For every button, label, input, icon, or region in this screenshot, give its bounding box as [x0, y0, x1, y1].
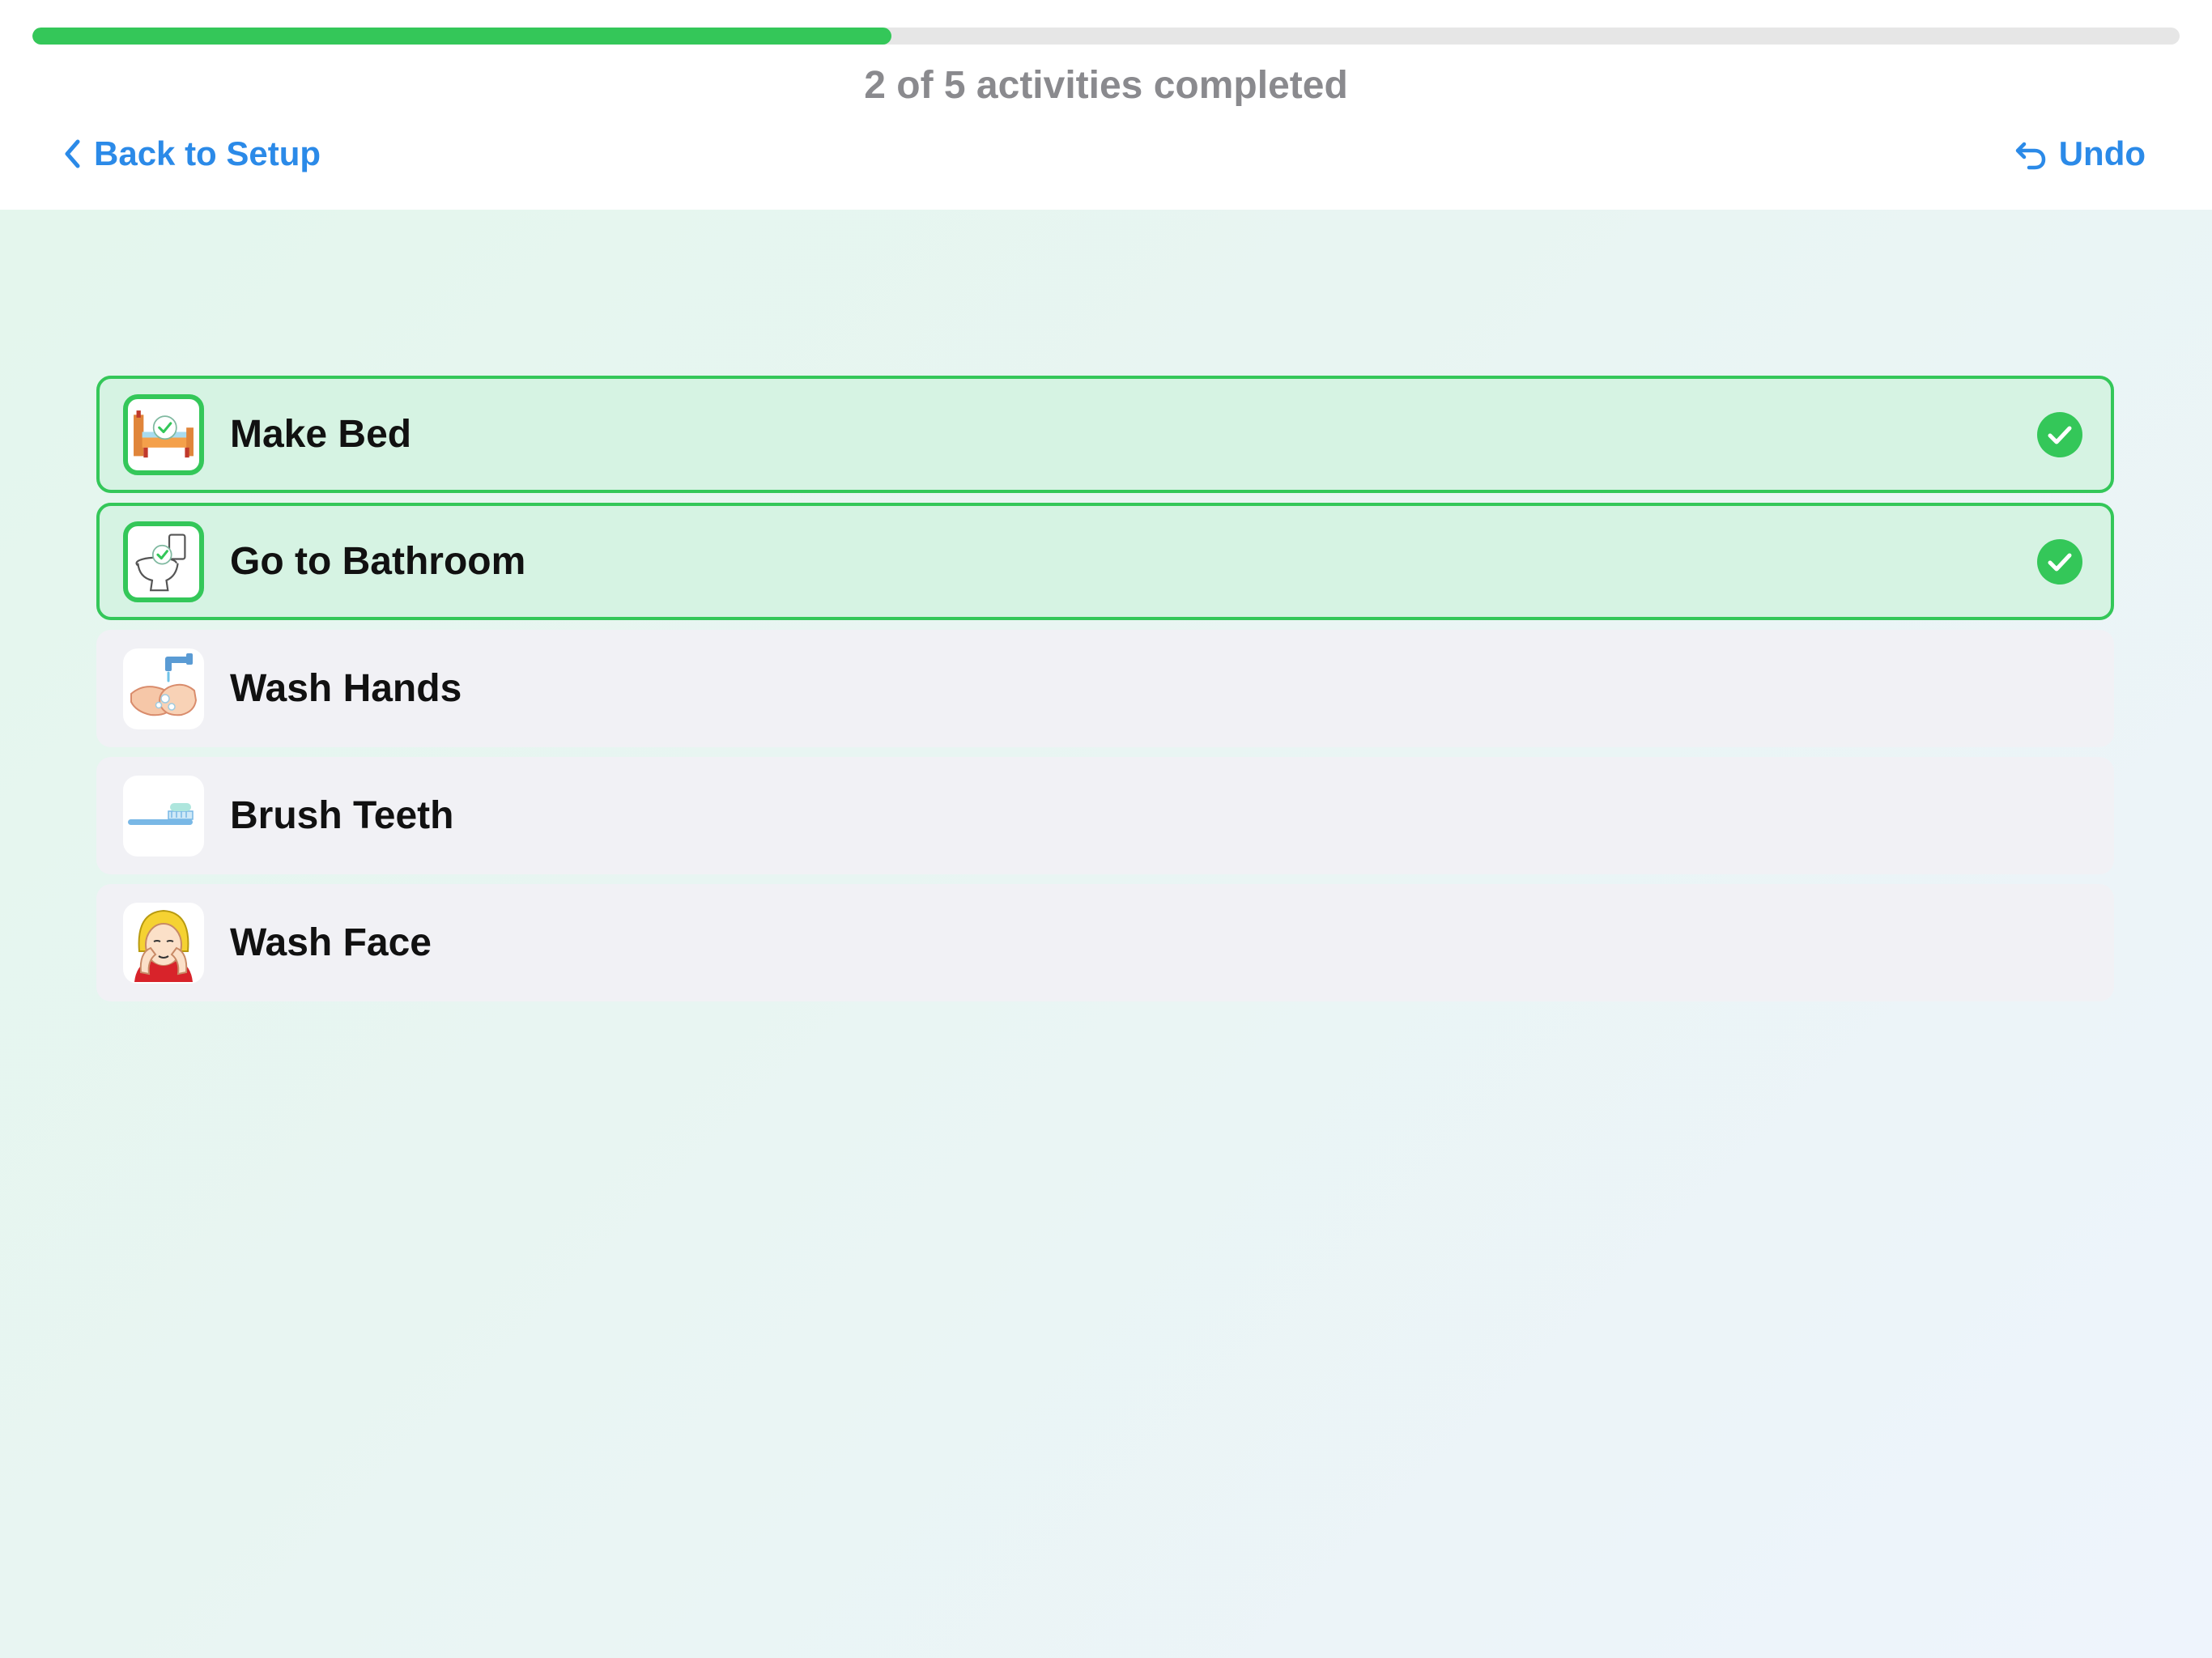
activity-row-wash-face[interactable]: Wash Face	[96, 884, 2114, 1001]
chevron-left-icon	[63, 138, 94, 169]
back-to-setup-button[interactable]: Back to Setup	[63, 134, 321, 173]
activity-list: Make Bed Go to Bathroom Wash Hands Brush…	[96, 376, 2114, 1011]
toilet-icon	[123, 521, 204, 602]
activity-label: Make Bed	[230, 413, 412, 456]
activity-label: Go to Bathroom	[230, 540, 526, 583]
undo-label: Undo	[2058, 134, 2146, 172]
bed-icon	[123, 393, 204, 475]
progress-bar	[32, 28, 2180, 45]
progress-text: 2 of 5 activities completed	[864, 64, 1348, 107]
activity-label: Wash Hands	[230, 667, 462, 710]
toothbrush-icon	[123, 775, 204, 857]
activity-label: Brush Teeth	[230, 794, 454, 837]
washing-face-icon	[123, 902, 204, 984]
checkmark-circle-icon	[2036, 538, 2083, 585]
undo-arrow-icon	[2014, 137, 2059, 171]
activity-label: Wash Face	[230, 921, 432, 964]
activity-row-wash-hands[interactable]: Wash Hands	[96, 630, 2114, 747]
progress-bar-fill	[32, 28, 891, 45]
hand-washing-icon	[123, 648, 204, 729]
back-to-setup-label: Back to Setup	[94, 134, 321, 172]
undo-button[interactable]: Undo	[2014, 134, 2146, 173]
checkmark-circle-icon	[2036, 411, 2083, 458]
activity-row-make-bed[interactable]: Make Bed	[96, 376, 2114, 493]
activity-row-go-to-bathroom[interactable]: Go to Bathroom	[96, 503, 2114, 620]
top-bar: 2 of 5 activities completed Back to Setu…	[0, 0, 2212, 210]
activity-row-brush-teeth[interactable]: Brush Teeth	[96, 757, 2114, 874]
